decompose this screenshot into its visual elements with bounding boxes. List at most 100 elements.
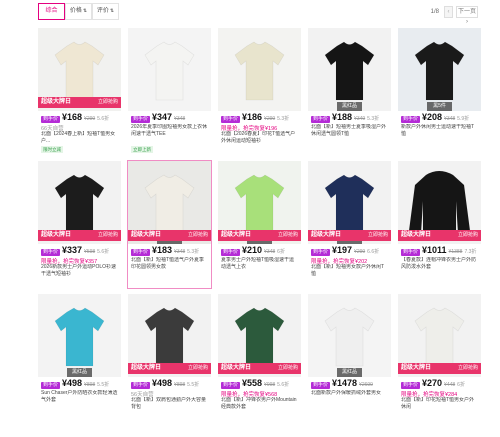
buy-now-link[interactable]: 立即抢购 xyxy=(458,363,478,374)
original-price: ¥898 xyxy=(174,382,186,388)
promo-banner[interactable]: 超级大牌日 立即抢购 xyxy=(128,230,211,241)
product-title[interactable]: 北面【新】双肩包通勤户外大容量背包 xyxy=(131,397,209,410)
product-card[interactable]: 黑红品 超级大牌日 立即抢购 到手价 ¥183 ¥348 5.3折 北面【新】短… xyxy=(127,160,212,289)
buy-now-link[interactable]: 立即抢购 xyxy=(278,230,298,241)
product-card[interactable]: 黑红品 超级大牌日 立即抢购 到手价 ¥197 ¥299 6.6折 限量抢，抢完… xyxy=(308,161,391,288)
product-card[interactable]: 超级大牌日 立即抢购 到手价 ¥270 ¥448 6折 限量抢，抢完恢复¥284… xyxy=(398,294,481,421)
discount-rate: 5.6折 xyxy=(97,116,110,122)
product-card[interactable]: 超级大牌日 立即抢购 到手价 ¥337 ¥598 5.6折 限量抢，抢完恢复¥3… xyxy=(38,161,121,288)
product-card[interactable]: 黑5件 到手价 ¥208 ¥348 5.9折 新款户外休闲男士运动速干短袖T恤 xyxy=(398,28,481,155)
price-line: 到手价 ¥347 ¥348 xyxy=(131,112,185,123)
product-title[interactable]: 北面【2024春上新】短袖T恤男女户... xyxy=(41,131,119,144)
price-line: 到手价 ¥186 ¥299 5.3折 xyxy=(221,112,289,123)
discount-rate: 5.5折 xyxy=(97,382,110,388)
product-price: ¥208 xyxy=(422,112,443,122)
product-image[interactable] xyxy=(128,28,211,111)
product-title[interactable]: 北面【新】短袖T恤透气户外夏季印花圆领男女款 xyxy=(131,257,209,270)
product-price: ¥183 xyxy=(152,245,173,255)
product-title[interactable]: 北面新款户外保暖抓绒外套男女 xyxy=(311,390,389,403)
price-line: 到手价 ¥1011 ¥1388 7.3折 xyxy=(401,245,476,256)
discount-rate: 6.6折 xyxy=(367,249,380,255)
product-photo xyxy=(38,294,121,377)
promo-banner[interactable]: 超级大牌日 立即抢购 xyxy=(38,230,121,241)
product-title[interactable]: 2026年夏季印图短袖男女款上衣休闲速干透气TEE xyxy=(131,124,209,137)
product-photo xyxy=(398,28,481,111)
page-count: 1/8 xyxy=(430,8,439,15)
product-price: ¥270 xyxy=(422,378,443,388)
status-badge: 立即上新 xyxy=(131,146,153,153)
product-price: ¥498 xyxy=(62,378,83,388)
product-card[interactable]: 超级大牌日 立即抢购 到手价 ¥558 ¥998 5.6折 限量抢，抢完恢复¥5… xyxy=(218,294,301,421)
buy-now-link[interactable]: 立即抢购 xyxy=(188,363,208,374)
sort-default-button[interactable]: 综合 xyxy=(38,3,65,20)
product-card[interactable]: 黑红品 到手价 ¥188 ¥349 5.3折 北面【新】短袖男士夏季吸湿户外休闲… xyxy=(308,28,391,155)
buy-now-link[interactable]: 立即抢购 xyxy=(98,97,118,108)
product-price: ¥188 xyxy=(332,112,353,122)
product-image[interactable]: 黑5件 xyxy=(398,28,481,111)
promo-banner[interactable]: 超级大牌日 立即抢购 xyxy=(218,230,301,241)
sort-rating-button[interactable]: 评价⇅ xyxy=(92,3,119,20)
product-title[interactable]: 新款户外休闲男士运动速干短袖T恤 xyxy=(401,124,479,137)
next-page-label: 下一页 xyxy=(457,8,476,15)
promo-banner[interactable]: 超级大牌日 立即抢购 xyxy=(398,363,481,374)
price-tag: 到手价 xyxy=(221,249,241,256)
original-price: ¥898 xyxy=(84,382,96,388)
buy-now-link[interactable]: 立即抢购 xyxy=(188,230,208,241)
buy-now-link[interactable]: 立即抢购 xyxy=(458,230,478,241)
product-card[interactable]: 黑红品 到手价 ¥498 ¥898 5.5折 Sun Chaser户外防晒衣女款… xyxy=(38,294,121,421)
product-image[interactable]: 黑红品 xyxy=(308,294,391,377)
product-card[interactable]: 超级大牌日 立即抢购 到手价 ¥168 ¥299 5.6折 66天自营 北面【2… xyxy=(38,28,121,155)
original-price: ¥998 xyxy=(264,382,276,388)
sort-price-button[interactable]: 价格⇅ xyxy=(65,3,92,20)
buy-now-link[interactable]: 立即抢购 xyxy=(98,230,118,241)
product-title[interactable]: 北面【新】印花短袖T恤男女户外休闲 xyxy=(401,397,479,410)
promo-banner[interactable]: 超级大牌日 立即抢购 xyxy=(398,230,481,241)
image-overlay-label: 黑红品 xyxy=(67,368,92,377)
product-card[interactable]: 超级大牌日 立即抢购 到手价 ¥498 ¥898 5.5折 56天自营 北面【新… xyxy=(128,294,211,421)
original-price: ¥349 xyxy=(354,116,366,122)
status-badge: 限时立减 xyxy=(41,146,63,153)
product-title[interactable]: 北面【新】短袖男士夏季吸湿户外休闲透气圆领T恤 xyxy=(311,124,389,137)
product-image[interactable] xyxy=(218,28,301,111)
price-tag: 到手价 xyxy=(41,116,61,123)
product-card[interactable]: 黑红品 到手价 ¥1478 ¥2699 北面新款户外保暖抓绒外套男女 xyxy=(308,294,391,421)
discount-rate: 5.6折 xyxy=(277,382,290,388)
promo-banner-title: 超级大牌日 xyxy=(41,99,72,105)
promo-banner[interactable]: 超级大牌日 立即抢购 xyxy=(218,363,301,374)
product-title[interactable]: 夏季男士户外短袖T恤吸湿速干运动透气上衣 xyxy=(221,257,299,270)
image-overlay-label: 黑5件 xyxy=(427,102,452,111)
price-line: 到手价 ¥337 ¥598 5.6折 xyxy=(41,245,109,256)
product-image[interactable]: 黑红品 xyxy=(38,294,121,377)
promo-banner[interactable]: 超级大牌日 立即抢购 xyxy=(128,363,211,374)
product-photo xyxy=(308,28,391,111)
buy-now-link[interactable]: 立即抢购 xyxy=(368,230,388,241)
product-card[interactable]: 超级大牌日 立即抢购 到手价 ¥1011 ¥1388 7.3折 【春夏款】连帽冲… xyxy=(398,161,481,288)
product-card[interactable]: 到手价 ¥347 ¥348 2026年夏季印图短袖男女款上衣休闲速干透气TEE … xyxy=(128,28,211,155)
product-title[interactable]: 2026新款男士户外运动POLO衫速干透气短袖衫 xyxy=(41,264,119,277)
discount-rate: 5.5折 xyxy=(187,382,200,388)
price-line: 到手价 ¥1478 ¥2699 xyxy=(311,378,373,389)
product-title[interactable]: 北面【新】短袖男女款户外休闲T恤 xyxy=(311,264,389,277)
buy-now-link[interactable]: 立即抢购 xyxy=(278,363,298,374)
discount-rate: 5.3折 xyxy=(367,116,380,122)
product-card[interactable]: 到手价 ¥186 ¥299 5.3折 限量抢，抢完恢复¥196 北面【2026春… xyxy=(218,28,301,155)
product-title[interactable]: Sun Chaser户外防晒衣女款轻薄透气外套 xyxy=(41,390,119,403)
original-price: ¥348 xyxy=(444,116,456,122)
price-line: 到手价 ¥183 ¥348 5.3折 xyxy=(131,245,199,256)
price-line: 到手价 ¥498 ¥898 5.5折 xyxy=(131,378,200,389)
promo-banner-title: 超级大牌日 xyxy=(221,365,252,371)
prev-page-button[interactable]: ‹ xyxy=(444,5,453,18)
promo-banner-title: 超级大牌日 xyxy=(401,365,432,371)
product-card[interactable]: 黑红品 超级大牌日 立即抢购 到手价 ¥210 ¥348 6折 夏季男士户外短袖… xyxy=(218,161,301,288)
image-overlay-label: 黑红品 xyxy=(337,102,362,111)
promo-banner[interactable]: 超级大牌日 立即抢购 xyxy=(38,97,121,108)
product-title[interactable]: 北面【新】冲锋衣男户外Mountain经典款外套 xyxy=(221,397,299,410)
product-photo xyxy=(128,28,211,111)
next-page-button[interactable]: 下一页 › xyxy=(456,5,478,25)
promo-banner[interactable]: 超级大牌日 立即抢购 xyxy=(308,230,391,241)
product-image[interactable]: 黑红品 xyxy=(308,28,391,111)
product-price: ¥1478 xyxy=(332,378,358,388)
product-title[interactable]: 北面【2026春夏】印花T恤透气户外休闲运动短袖衫 xyxy=(221,131,299,144)
product-title[interactable]: 【春夏款】连帽冲锋衣男士户外防风防泼水外套 xyxy=(401,257,479,270)
promo-banner-title: 超级大牌日 xyxy=(131,232,162,238)
